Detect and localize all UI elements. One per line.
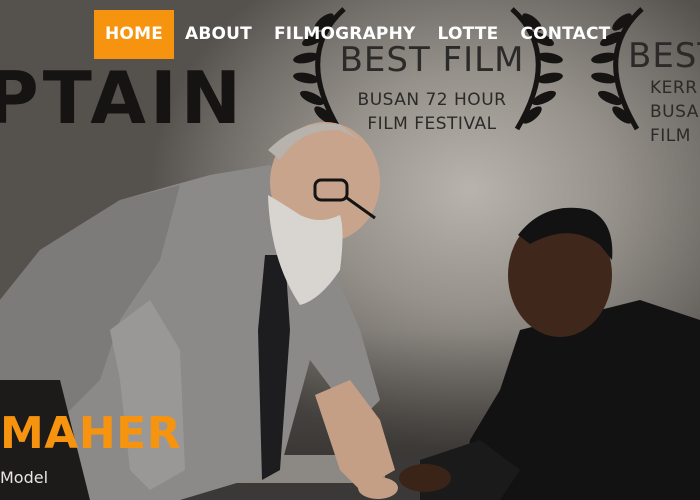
hero-banner: BEST FILM BUSAN 72 HOUR FILM FESTIVAL BE… [0, 0, 700, 500]
nav-home-link[interactable]: HOME [94, 10, 175, 59]
profile-name: MAHER [0, 408, 182, 459]
nav-filmography-link[interactable]: FILMOGRAPHY [263, 10, 427, 59]
nav-lotte-link[interactable]: LOTTE [427, 10, 510, 59]
nav-about-link[interactable]: ABOUT [174, 10, 263, 59]
main-nav: HOME ABOUT FILMOGRAPHY LOTTE CONTACT [94, 10, 621, 59]
nav-contact-link[interactable]: CONTACT [509, 10, 621, 59]
profile-role: Model [0, 468, 49, 487]
